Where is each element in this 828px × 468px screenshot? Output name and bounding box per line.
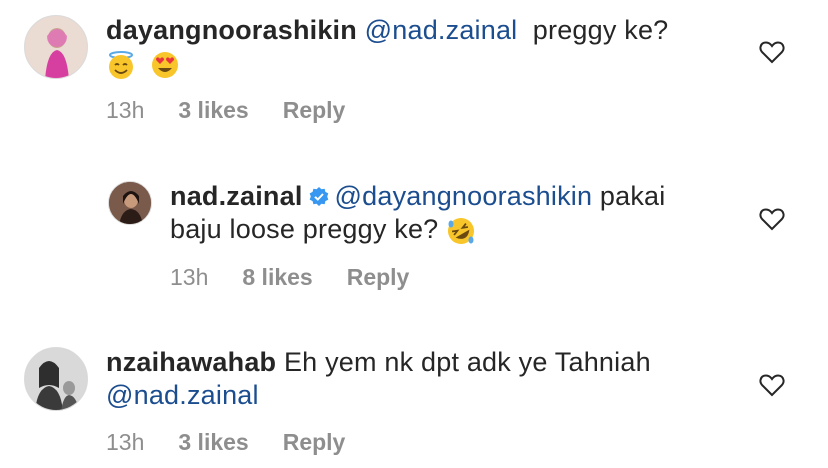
like-heart-icon[interactable]	[759, 373, 785, 397]
smiling-face-with-halo-icon	[109, 50, 133, 79]
username[interactable]: nad.zainal	[170, 181, 303, 211]
mention-link[interactable]: @nad.zainal	[106, 380, 259, 410]
comment-body-line2: baju loose preggy ke?	[170, 214, 439, 244]
likes-count[interactable]: 3 likes	[178, 429, 248, 456]
avatar[interactable]	[24, 347, 88, 411]
reply-button[interactable]: Reply	[283, 97, 346, 124]
comment-body: preggy ke?	[532, 15, 669, 45]
like-heart-icon[interactable]	[759, 207, 785, 231]
comment-text: dayangnoorashikin @nad.zainal preggy ke?	[106, 14, 726, 80]
reply-button[interactable]: Reply	[347, 264, 410, 291]
timestamp: 13h	[106, 97, 145, 123]
verified-badge-icon	[309, 187, 328, 206]
rolling-on-floor-laughing-face-icon	[448, 217, 475, 244]
timestamp: 13h	[170, 264, 209, 290]
comment-text: nzaihawahab Eh yem nk dpt adk ye Tahniah…	[106, 346, 726, 412]
comment-body-line1: pakai	[599, 181, 666, 211]
avatar[interactable]	[108, 181, 152, 225]
likes-count[interactable]: 8 likes	[242, 264, 312, 291]
username[interactable]: dayangnoorashikin	[106, 15, 357, 45]
avatar[interactable]	[24, 15, 88, 79]
comment-text: nad.zainal @dayangnoorashikin pakai baju…	[170, 180, 730, 246]
comment-meta: 13h 8 likes Reply	[170, 264, 409, 291]
avatar-photo	[109, 182, 151, 224]
avatar-photo	[25, 16, 87, 78]
avatar-photo	[25, 348, 87, 410]
reply-button[interactable]: Reply	[283, 429, 346, 456]
mention-link[interactable]: @nad.zainal	[365, 15, 518, 45]
mention-link[interactable]: @dayangnoorashikin	[335, 181, 593, 211]
comment-meta: 13h 3 likes Reply	[106, 97, 345, 124]
likes-count[interactable]: 3 likes	[178, 97, 248, 124]
comment-body: Eh yem nk dpt adk ye Tahniah	[283, 347, 651, 377]
like-heart-icon[interactable]	[759, 40, 785, 64]
timestamp: 13h	[106, 429, 145, 455]
username[interactable]: nzaihawahab	[106, 347, 276, 377]
heart-eyes-face-icon	[151, 51, 178, 78]
comment-meta: 13h 3 likes Reply	[106, 429, 345, 456]
